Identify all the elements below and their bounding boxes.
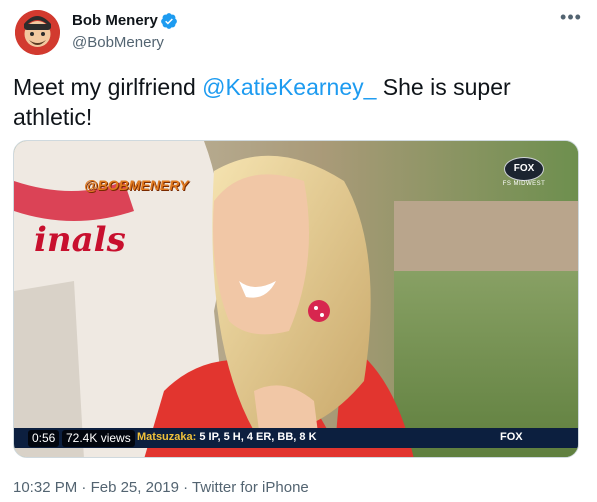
tweet-metadata: 10:32 PM · Feb 25, 2019 · Twitter for iP… bbox=[13, 479, 309, 496]
meta-separator: · bbox=[178, 479, 193, 496]
author-handle[interactable]: @BobMenery bbox=[72, 34, 164, 51]
video-watermark: @BOBMENERY bbox=[84, 177, 189, 193]
video-duration: 0:56 bbox=[28, 430, 60, 447]
author-name[interactable]: Bob Menery bbox=[72, 12, 158, 29]
more-options-icon[interactable]: ••• bbox=[556, 8, 586, 32]
ticker-player: Matsuzaka: bbox=[137, 431, 197, 443]
ticker-logo: FOX bbox=[500, 431, 523, 443]
tweet-time[interactable]: 10:32 PM bbox=[13, 479, 77, 496]
ticker-line: 5 IP, 5 H, 4 ER, BB, 8 K bbox=[196, 431, 317, 443]
svg-text:inals: inals bbox=[34, 220, 126, 260]
mention-link[interactable]: @KatieKearney_ bbox=[202, 74, 376, 100]
tweet-source[interactable]: Twitter for iPhone bbox=[192, 479, 309, 496]
tweet-date[interactable]: Feb 25, 2019 bbox=[91, 479, 179, 496]
video-views: 72.4K views bbox=[62, 430, 135, 447]
tv-network-logo: FOX bbox=[504, 157, 544, 181]
author-avatar[interactable] bbox=[15, 10, 60, 55]
tweet-text: Meet my girlfriend @KatieKearney_ She is… bbox=[13, 72, 573, 132]
video-player[interactable]: inals @BOBMENERY FOX FS MIDWEST Matsuzak… bbox=[13, 140, 579, 458]
tv-network-name: FS MIDWEST bbox=[502, 181, 546, 187]
tweet-text-start: Meet my girlfriend bbox=[13, 74, 203, 100]
ticker-stats: Matsuzaka: 5 IP, 5 H, 4 ER, BB, 8 K bbox=[137, 431, 317, 443]
verified-badge-icon bbox=[161, 13, 177, 29]
meta-separator: · bbox=[77, 479, 91, 496]
